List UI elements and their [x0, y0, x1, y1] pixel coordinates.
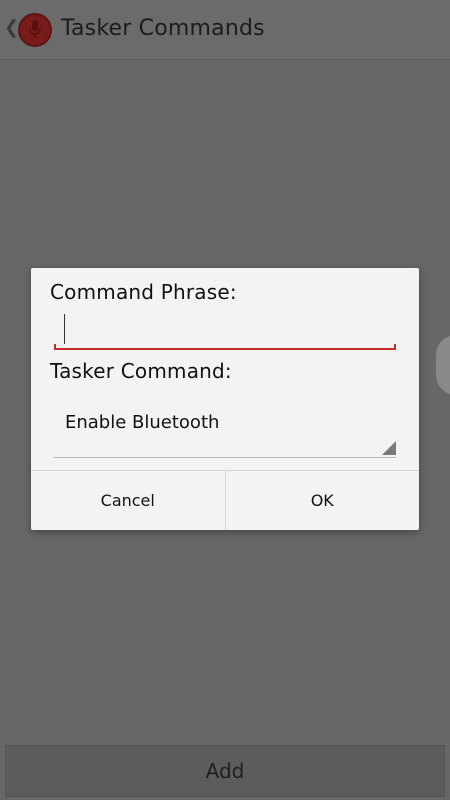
- ok-button[interactable]: OK: [224, 471, 420, 530]
- command-phrase-input[interactable]: [54, 312, 396, 350]
- cancel-button[interactable]: Cancel: [31, 471, 225, 530]
- screen: ❮ Tasker Commands Command Phrase: Tasker…: [0, 0, 450, 800]
- page-title: Tasker Commands: [61, 16, 265, 41]
- chevron-left-icon[interactable]: ❮: [4, 18, 19, 38]
- tasker-command-label: Tasker Command:: [50, 359, 232, 383]
- action-bar: ❮ Tasker Commands: [0, 0, 450, 60]
- command-phrase-label: Command Phrase:: [50, 280, 237, 304]
- side-drawer-handle[interactable]: [436, 335, 450, 395]
- add-button[interactable]: Add: [5, 745, 445, 797]
- text-cursor: [64, 314, 65, 344]
- tasker-command-selected: Enable Bluetooth: [65, 412, 220, 433]
- tasker-command-spinner[interactable]: Enable Bluetooth: [54, 396, 396, 458]
- microphone-glyph: [29, 20, 41, 38]
- dropdown-arrow-icon: [382, 441, 396, 455]
- dialog-button-bar: Cancel OK: [31, 470, 419, 530]
- add-command-dialog: Command Phrase: Tasker Command: Enable B…: [31, 268, 419, 530]
- microphone-icon[interactable]: [18, 13, 52, 47]
